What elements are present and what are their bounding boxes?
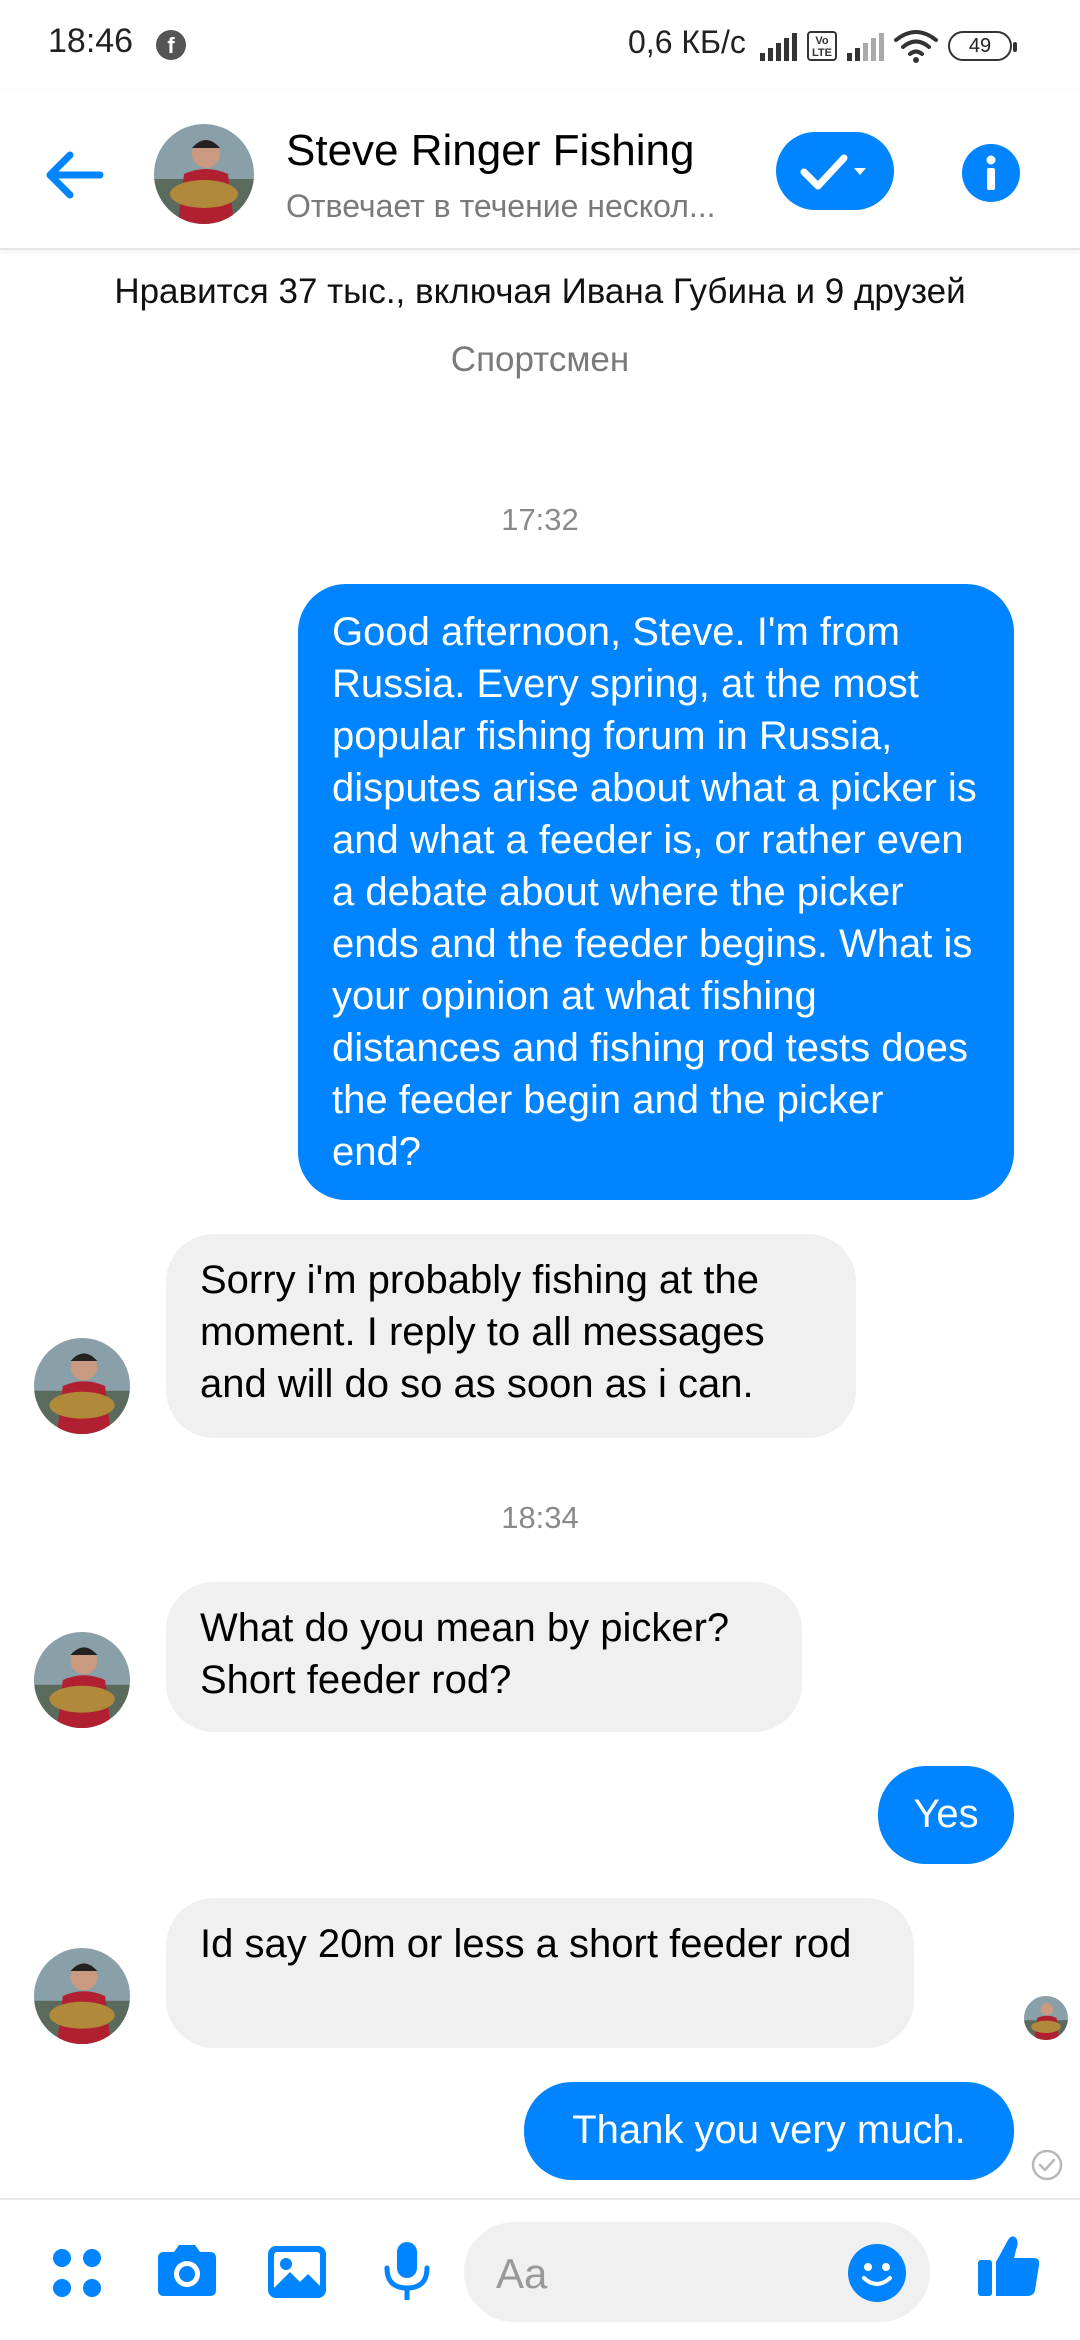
- battery-icon: 49: [948, 31, 1017, 61]
- microphone-icon[interactable]: [370, 2234, 444, 2308]
- check-icon: [800, 154, 866, 190]
- emoji-button[interactable]: [848, 2244, 906, 2302]
- network-speed: 0,6 КБ/с: [628, 24, 746, 60]
- sender-avatar[interactable]: [34, 1948, 130, 2044]
- status-bar: 18:46 f 0,6 КБ/с Vo LTE 49: [0, 0, 1080, 90]
- four-dots-icon[interactable]: [40, 2234, 114, 2308]
- message-timestamp: 17:32: [501, 502, 579, 537]
- chevron-down-icon: [854, 168, 866, 175]
- response-time-status: Отвечает в течение нескол...: [286, 188, 716, 224]
- outgoing-message[interactable]: Good afternoon, Steve. I'm from Russia. …: [298, 584, 1014, 1200]
- conversation-header: Steve Ringer Fishing Отвечает в течение …: [0, 90, 1080, 250]
- thumbs-up-icon[interactable]: [972, 2228, 1046, 2302]
- signal-2-icon: [847, 31, 884, 61]
- page-category: Спортсмен: [450, 340, 630, 379]
- outgoing-message[interactable]: Yes: [878, 1766, 1014, 1864]
- outgoing-message[interactable]: Thank you very much.: [524, 2082, 1014, 2180]
- smiley-icon: [862, 2263, 892, 2286]
- delivered-check-icon: [1031, 2149, 1063, 2181]
- message-composer: Aa: [0, 2198, 1080, 2340]
- contact-name[interactable]: Steve Ringer Fishing: [286, 126, 694, 176]
- avatar[interactable]: [154, 124, 254, 224]
- signal-icon: [760, 31, 797, 61]
- image-icon[interactable]: [260, 2234, 334, 2308]
- sender-avatar[interactable]: [34, 1632, 130, 1728]
- message-input[interactable]: Aa: [464, 2222, 930, 2322]
- wifi-icon: [894, 30, 938, 63]
- incoming-message[interactable]: Sorry i'm probably fishing at the moment…: [166, 1234, 856, 1438]
- camera-icon[interactable]: [150, 2234, 224, 2308]
- message-timestamp: 18:34: [501, 1500, 579, 1535]
- status-indicators: Vo LTE 49: [760, 26, 1017, 66]
- message-input-placeholder: Aa: [496, 2250, 548, 2297]
- back-arrow-icon[interactable]: [40, 140, 110, 210]
- seen-receipt-avatar: [1024, 1996, 1068, 2040]
- incoming-message[interactable]: What do you mean by picker? Short feeder…: [166, 1582, 802, 1732]
- volte-icon: Vo LTE: [807, 31, 837, 61]
- incoming-message[interactable]: Id say 20m or less a short feeder rod: [166, 1898, 914, 2048]
- sender-avatar[interactable]: [34, 1338, 130, 1434]
- status-time: 18:46: [48, 22, 134, 60]
- check-dropdown-button[interactable]: [776, 132, 894, 210]
- facebook-notification-icon: f: [156, 30, 186, 60]
- info-icon: [986, 155, 996, 190]
- info-button[interactable]: [962, 144, 1020, 202]
- page-likes-info: Нравится 37 тыс., включая Ивана Губина и…: [114, 272, 966, 311]
